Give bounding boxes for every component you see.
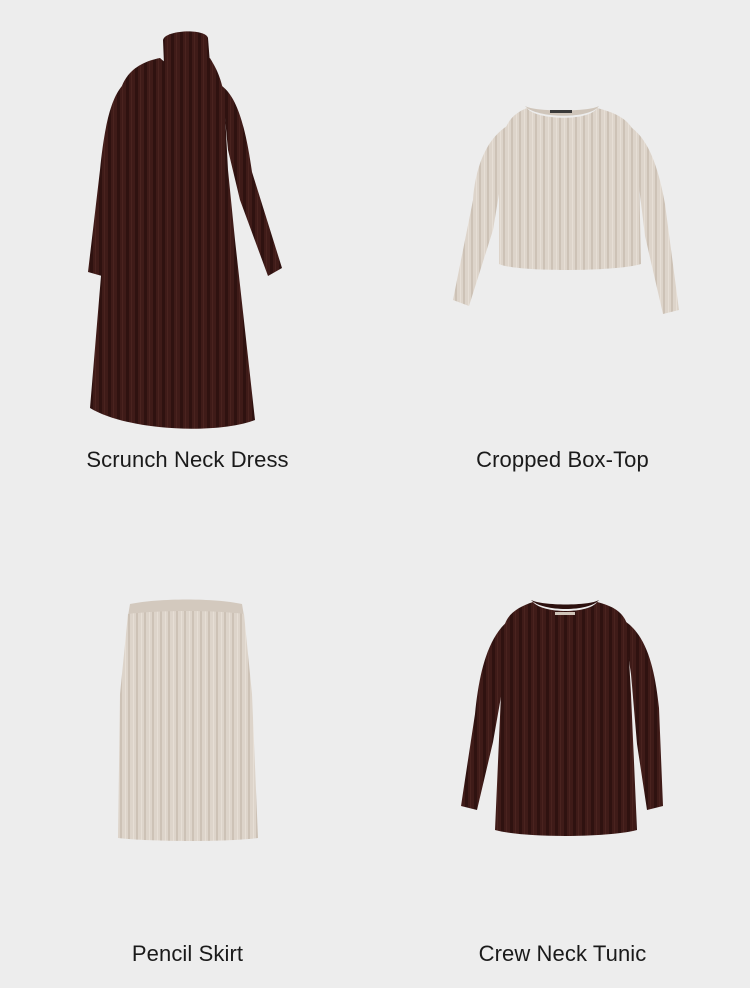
product-card-cropped-box-top[interactable]: Cropped Box-Top [375, 0, 750, 494]
product-card-scrunch-neck-dress[interactable]: Scrunch Neck Dress [0, 0, 375, 494]
product-name[interactable]: Scrunch Neck Dress [0, 447, 375, 473]
product-name[interactable]: Pencil Skirt [0, 941, 375, 967]
skirt-icon[interactable] [0, 494, 375, 988]
product-card-pencil-skirt[interactable]: Pencil Skirt [0, 494, 375, 988]
product-card-crew-neck-tunic[interactable]: Crew Neck Tunic [375, 494, 750, 988]
sweater-icon[interactable] [375, 0, 750, 494]
dress-icon[interactable] [0, 0, 375, 494]
tunic-icon[interactable] [375, 494, 750, 988]
product-name[interactable]: Crew Neck Tunic [375, 941, 750, 967]
product-name[interactable]: Cropped Box-Top [375, 447, 750, 473]
product-grid: Scrunch Neck Dress Cropped Box-Top Penci… [0, 0, 750, 988]
